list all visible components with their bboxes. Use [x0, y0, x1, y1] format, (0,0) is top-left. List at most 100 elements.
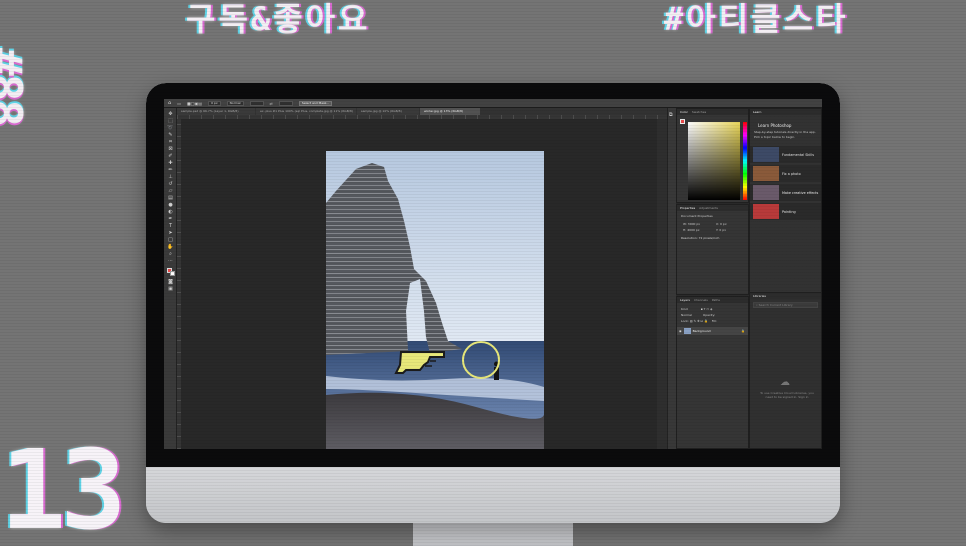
- properties-panel: Properties Adjustments Document Properti…: [676, 204, 749, 295]
- blend-mode-select[interactable]: Normal: [681, 313, 692, 317]
- quick-mask-icon[interactable]: ◙: [167, 280, 174, 285]
- layer-row[interactable]: ◉ Background 🔒: [677, 327, 748, 335]
- cloud-icon: ☁: [780, 377, 790, 388]
- width-label: W:: [683, 222, 687, 226]
- tab-layers[interactable]: Layers: [680, 297, 690, 303]
- crop-tool-icon[interactable]: ⌗: [167, 140, 174, 145]
- feather-field[interactable]: 0 px: [208, 100, 221, 106]
- learn-item-fundamental-skills[interactable]: Fundamental Skills: [750, 146, 821, 163]
- learn-panel: Learn Learn Photoshop Step-by-step tutor…: [749, 108, 822, 301]
- fill-label[interactable]: Fill:: [712, 319, 717, 323]
- more-tools-icon[interactable]: ⋯: [167, 259, 174, 264]
- tab-paths[interactable]: Paths: [712, 297, 720, 303]
- style-select[interactable]: Normal: [226, 100, 244, 106]
- color-picker-field[interactable]: [688, 122, 740, 200]
- tab-properties[interactable]: Properties: [680, 205, 695, 211]
- home-icon[interactable]: ⌂: [168, 100, 171, 106]
- learn-item-label: Fundamental Skills: [782, 152, 814, 157]
- color-swatch-indicator[interactable]: [680, 119, 685, 124]
- learn-item-label: Painting: [782, 209, 796, 214]
- search-placeholder: Search Current Library: [758, 303, 793, 307]
- tab-channels[interactable]: Channels: [694, 297, 708, 303]
- vertical-scrollbar[interactable]: [657, 119, 667, 449]
- type-tool-icon[interactable]: T: [167, 224, 174, 229]
- healing-tool-icon[interactable]: ✚: [167, 161, 174, 166]
- eraser-tool-icon[interactable]: ▱: [167, 189, 174, 194]
- layers-panel-tabs: Layers Channels Paths: [677, 297, 748, 303]
- overlay-side-text: #88: [0, 48, 32, 126]
- gradient-tool-icon[interactable]: ▤: [167, 196, 174, 201]
- document-tab-active[interactable]: winter.jpg @ 13% (RGB/8): [420, 108, 480, 115]
- document-tab[interactable]: sample.psd @ 66.7% (Layer 1, RGB/8): [177, 108, 255, 115]
- history-icon[interactable]: ⧉: [669, 113, 675, 118]
- document-tab[interactable]: ex. plus #1 Plus 100% (sql Plus, complet…: [256, 108, 356, 115]
- learn-thumbnail: [753, 166, 779, 181]
- opacity-label[interactable]: Opacity:: [703, 313, 715, 317]
- width-value: 3000 px: [687, 222, 701, 226]
- learn-thumbnail: [753, 185, 779, 200]
- libraries-panel-tabs: Libraries: [750, 293, 821, 299]
- document-tab[interactable]: sample.jpg @ 10% (RGB/8): [357, 108, 419, 115]
- marquee-tool-icon[interactable]: ⬚: [167, 119, 174, 124]
- filter-kind[interactable]: Kind: [681, 307, 688, 311]
- cliff-photo: [326, 151, 544, 449]
- path-select-tool-icon[interactable]: ➤: [167, 231, 174, 236]
- pen-tool-icon[interactable]: ✒: [167, 217, 174, 222]
- overlay-tag-right: #아티클스타: [664, 0, 849, 38]
- layer-name: Background: [692, 329, 711, 333]
- x-value: 0 px: [720, 222, 727, 226]
- move-tool-icon[interactable]: ✥: [167, 112, 174, 117]
- panel-icon-column: ⧉: [667, 108, 676, 449]
- select-and-mask-button[interactable]: Select and Mask...: [298, 100, 333, 106]
- options-bar: ⌂ ▭ ■□▣▤ 0 px Normal ⇄ Select and Mask..…: [164, 99, 822, 108]
- tab-swatches[interactable]: Swatches: [692, 109, 706, 115]
- library-search-input[interactable]: ⌕ Search Current Library: [753, 302, 818, 308]
- overlay-tag-left: 구독&좋아요: [186, 0, 371, 38]
- eye-icon[interactable]: ◉: [679, 329, 682, 333]
- lock-icons[interactable]: ▨ ✎ ✥ ⊡ 🔒: [690, 319, 708, 323]
- eyedropper-tool-icon[interactable]: ✐: [167, 154, 174, 159]
- hand-tool-icon[interactable]: ✋: [167, 245, 174, 250]
- tab-adjustments[interactable]: Adjustments: [699, 205, 718, 211]
- learn-title: Learn Photoshop: [758, 123, 792, 128]
- x-label: X:: [716, 222, 720, 226]
- color-panel-tabs: Color Swatches: [677, 109, 748, 115]
- blur-tool-icon[interactable]: ●: [167, 203, 174, 208]
- lock-label: Lock:: [681, 319, 689, 323]
- zoom-tool-icon[interactable]: ⌕: [167, 252, 174, 257]
- canvas-area[interactable]: [181, 119, 657, 449]
- rectangle-tool-icon[interactable]: □: [167, 238, 174, 243]
- photoshop-window: ⌂ ▭ ■□▣▤ 0 px Normal ⇄ Select and Mask..…: [164, 99, 822, 449]
- stamp-tool-icon[interactable]: ⊥: [167, 175, 174, 180]
- width-field[interactable]: [249, 100, 264, 106]
- learn-description: Step-by-step tutorials directly in the a…: [754, 130, 816, 139]
- history-brush-tool-icon[interactable]: ↺: [167, 182, 174, 187]
- learn-item-painting[interactable]: Painting: [750, 203, 821, 220]
- filter-icons[interactable]: ▪ T ▭ ◈: [701, 307, 713, 311]
- screen-mode-icon[interactable]: ▣: [167, 287, 174, 292]
- tab-libraries[interactable]: Libraries: [753, 293, 766, 299]
- learn-item-creative-effects[interactable]: Make creative effects: [750, 184, 821, 201]
- dodge-tool-icon[interactable]: ◐: [167, 210, 174, 215]
- quick-select-tool-icon[interactable]: ✎: [167, 133, 174, 138]
- swap-icon[interactable]: ⇄: [270, 101, 273, 106]
- background-color-swatch[interactable]: [170, 271, 175, 276]
- frame-tool-icon[interactable]: ⊠: [167, 147, 174, 152]
- selection-mode-icons[interactable]: ■□▣▤: [187, 101, 202, 106]
- y-value: 0 px: [719, 228, 726, 232]
- document-tabs: sample.psd @ 66.7% (Layer 1, RGB/8) ex. …: [177, 108, 667, 115]
- marquee-tool-icon[interactable]: ▭: [177, 101, 181, 106]
- learn-item-label: Fix a photo: [782, 171, 801, 176]
- height-field[interactable]: H: 4000 px: [679, 227, 712, 233]
- height-field[interactable]: [278, 100, 293, 106]
- brush-tool-icon[interactable]: ✏: [167, 168, 174, 173]
- tab-color[interactable]: Color: [680, 109, 688, 115]
- learn-thumbnail: [753, 147, 779, 162]
- libraries-panel: Libraries ⌕ Search Current Library ☁ To …: [749, 292, 822, 449]
- document-image[interactable]: [326, 151, 544, 449]
- learn-item-fix-photo[interactable]: Fix a photo: [750, 165, 821, 182]
- lasso-tool-icon[interactable]: ➰: [167, 126, 174, 131]
- tab-learn[interactable]: Learn: [753, 109, 761, 115]
- hue-slider[interactable]: [743, 122, 747, 200]
- y-field[interactable]: Y: 0 px: [712, 227, 745, 233]
